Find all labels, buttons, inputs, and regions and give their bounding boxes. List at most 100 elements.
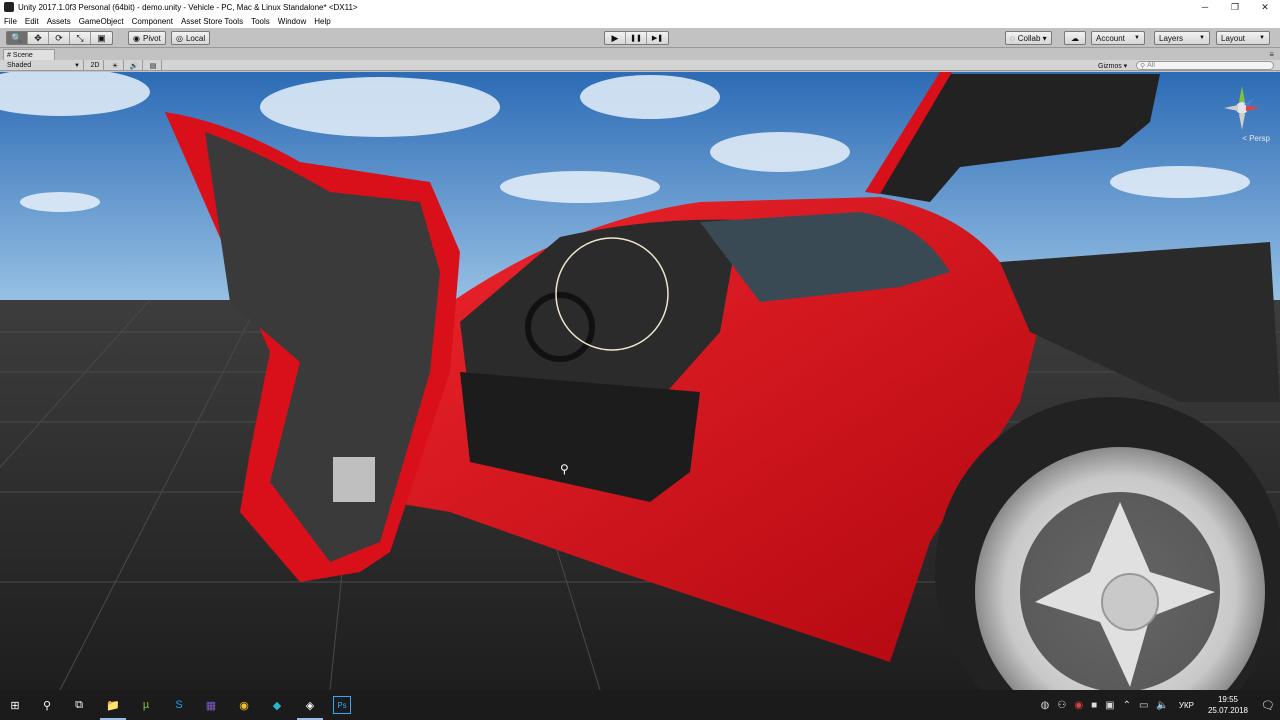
window-titlebar: Unity 2017.1.0f3 Personal (64bit) - demo… bbox=[0, 0, 1280, 14]
pivot-toggle[interactable]: ◉ Pivot bbox=[128, 31, 166, 45]
unity-icon[interactable]: ◈ bbox=[301, 696, 319, 714]
pause-icon: ❚❚ bbox=[630, 35, 642, 42]
scene-tab-bar: # Scene ≡ bbox=[0, 49, 1280, 60]
chevron-down-icon: ▼ bbox=[74, 62, 80, 69]
menu-file[interactable]: File bbox=[4, 17, 17, 26]
clock-time: 19:55 bbox=[1217, 695, 1238, 704]
scene-render bbox=[0, 72, 1280, 690]
torrent-icon[interactable]: µ bbox=[137, 696, 155, 714]
sun-icon: ☀ bbox=[111, 62, 119, 70]
network-icon[interactable]: ▭ bbox=[1139, 700, 1148, 711]
shading-mode-dropdown[interactable]: Shaded ▼ bbox=[4, 60, 84, 71]
local-icon: ◎ bbox=[176, 33, 183, 43]
window-controls: ─ ❐ ✕ bbox=[1190, 0, 1280, 14]
task-view-icon[interactable]: ⧉ bbox=[70, 696, 88, 714]
rotate-icon: ⟳ bbox=[55, 32, 63, 43]
account-dropdown[interactable]: Account ▼ bbox=[1091, 31, 1145, 45]
windows-taskbar: ⊞ ⚲ ⧉ 📁 µ S ▦ ◉ ◆ ◈ Ps ◍ ⚇ ◉ ■ ▣ ⌃ ▭ 🔈 У… bbox=[0, 690, 1280, 720]
close-button[interactable]: ✕ bbox=[1250, 0, 1280, 14]
hand-icon: 🔍 bbox=[11, 32, 23, 43]
menu-component[interactable]: Component bbox=[132, 17, 173, 26]
collab-icon: ◌ bbox=[1010, 33, 1015, 43]
pivot-icon: ◉ bbox=[133, 33, 140, 43]
tab-scene[interactable]: # Scene bbox=[3, 49, 55, 60]
step-icon: ▶❚ bbox=[651, 35, 664, 42]
chrome-icon[interactable]: ◉ bbox=[235, 696, 253, 714]
scene-icon: # bbox=[7, 51, 11, 59]
collab-dropdown[interactable]: ◌ Collab ▾ bbox=[1005, 31, 1052, 45]
main-toolbar: 🔍 ✥ ⟳ ⤡ ▣ ◉ Pivot ◎ Local ▶ ❚❚ ▶❚ ◌ Coll… bbox=[0, 28, 1280, 48]
play-button[interactable]: ▶ bbox=[605, 32, 626, 44]
calendar-app-icon[interactable]: ▦ bbox=[202, 696, 220, 714]
scene-viewport[interactable]: < Persp ⚲ bbox=[0, 72, 1280, 690]
speaker-icon: 🔊 bbox=[129, 62, 139, 70]
chevron-down-icon: ▼ bbox=[1199, 35, 1205, 41]
rect-tool-button[interactable]: ▣ bbox=[91, 32, 112, 44]
record-icon[interactable]: ◉ bbox=[1074, 700, 1083, 711]
unity-app-icon bbox=[4, 2, 14, 12]
menu-assets[interactable]: Assets bbox=[47, 17, 71, 26]
rotate-tool-button[interactable]: ⟳ bbox=[49, 32, 70, 44]
play-icon: ▶ bbox=[611, 32, 619, 43]
hand-tool-button[interactable]: 🔍 bbox=[7, 32, 28, 44]
menu-help[interactable]: Help bbox=[314, 17, 330, 26]
shading-mode-label: Shaded bbox=[7, 62, 32, 69]
menu-gameobject[interactable]: GameObject bbox=[79, 17, 124, 26]
rect-icon: ▣ bbox=[97, 32, 106, 43]
chevron-down-icon: ▼ bbox=[1134, 35, 1140, 41]
layout-dropdown[interactable]: Layout ▼ bbox=[1216, 31, 1270, 45]
projection-label[interactable]: < Persp bbox=[1242, 134, 1270, 143]
minimize-button[interactable]: ─ bbox=[1190, 0, 1220, 14]
2d-toggle[interactable]: 2D bbox=[87, 60, 104, 71]
language-indicator[interactable]: УКР bbox=[1179, 701, 1194, 710]
door-latch bbox=[333, 457, 375, 502]
menu-tools[interactable]: Tools bbox=[251, 17, 270, 26]
clock-date: 25.07.2018 bbox=[1207, 706, 1248, 715]
scale-icon: ⤡ bbox=[76, 32, 84, 43]
cloud-button[interactable]: ☁ bbox=[1064, 31, 1086, 45]
maximize-button[interactable]: ❐ bbox=[1220, 0, 1250, 14]
menu-asset-store-tools[interactable]: Asset Store Tools bbox=[181, 17, 243, 26]
start-button[interactable]: ⊞ bbox=[6, 696, 24, 714]
menu-edit[interactable]: Edit bbox=[25, 17, 39, 26]
lighting-toggle[interactable]: ☀ bbox=[107, 60, 124, 71]
gizmos-dropdown[interactable]: Gizmos ▾ bbox=[1098, 60, 1127, 71]
local-label: Local bbox=[185, 33, 206, 43]
tab-menu-icon[interactable]: ≡ bbox=[1269, 50, 1274, 59]
local-toggle[interactable]: ◎ Local bbox=[171, 31, 211, 45]
system-tray: ◍ ⚇ ◉ ■ ▣ ⌃ ▭ 🔈 УКР 19:55 25.07.2018 🗨 bbox=[1037, 690, 1280, 720]
clock[interactable]: 19:55 25.07.2018 bbox=[1208, 694, 1248, 716]
scale-tool-button[interactable]: ⤡ bbox=[70, 32, 91, 44]
stop-icon[interactable]: ■ bbox=[1091, 700, 1097, 711]
step-button[interactable]: ▶❚ bbox=[647, 32, 668, 44]
volume-icon[interactable]: 🔈 bbox=[1156, 700, 1168, 711]
pause-button[interactable]: ❚❚ bbox=[626, 32, 647, 44]
notification-icon[interactable]: 🗨 bbox=[1256, 690, 1280, 720]
chevron-up-icon[interactable]: ⌃ bbox=[1123, 700, 1131, 711]
move-tool-button[interactable]: ✥ bbox=[28, 32, 49, 44]
chevron-down-icon: ▼ bbox=[1259, 35, 1265, 41]
move-icon: ✥ bbox=[34, 32, 42, 43]
collab-label: Collab ▾ bbox=[1017, 33, 1047, 43]
globe-icon[interactable]: ◍ bbox=[1041, 700, 1050, 711]
explorer-icon[interactable]: 📁 bbox=[104, 696, 122, 714]
camera-icon[interactable]: ▣ bbox=[1105, 700, 1114, 711]
layers-dropdown[interactable]: Layers ▼ bbox=[1154, 31, 1210, 45]
window-title: Unity 2017.1.0f3 Personal (64bit) - demo… bbox=[18, 2, 358, 12]
playback-controls: ▶ ❚❚ ▶❚ bbox=[604, 31, 669, 45]
photoshop-icon[interactable]: Ps bbox=[333, 696, 351, 714]
people-icon[interactable]: ⚇ bbox=[1057, 700, 1066, 711]
pivot-label: Pivot bbox=[142, 33, 161, 43]
search-placeholder: All bbox=[1147, 62, 1155, 69]
search-icon[interactable]: ⚲ bbox=[38, 696, 56, 714]
scene-control-bar: Shaded ▼ 2D ☀ 🔊 ▤ Gizmos ▾ ⚲ All bbox=[0, 60, 1280, 71]
transform-tools: 🔍 ✥ ⟳ ⤡ ▣ bbox=[6, 31, 113, 45]
effects-dropdown[interactable]: ▤ bbox=[145, 60, 162, 71]
audio-toggle[interactable]: 🔊 bbox=[126, 60, 143, 71]
scene-search-input[interactable]: ⚲ All bbox=[1136, 61, 1274, 70]
skype-icon[interactable]: S bbox=[170, 696, 188, 714]
menu-window[interactable]: Window bbox=[278, 17, 306, 26]
layout-label: Layout bbox=[1221, 33, 1246, 43]
orientation-gizmo[interactable] bbox=[1220, 80, 1264, 140]
app-icon[interactable]: ◆ bbox=[268, 696, 286, 714]
